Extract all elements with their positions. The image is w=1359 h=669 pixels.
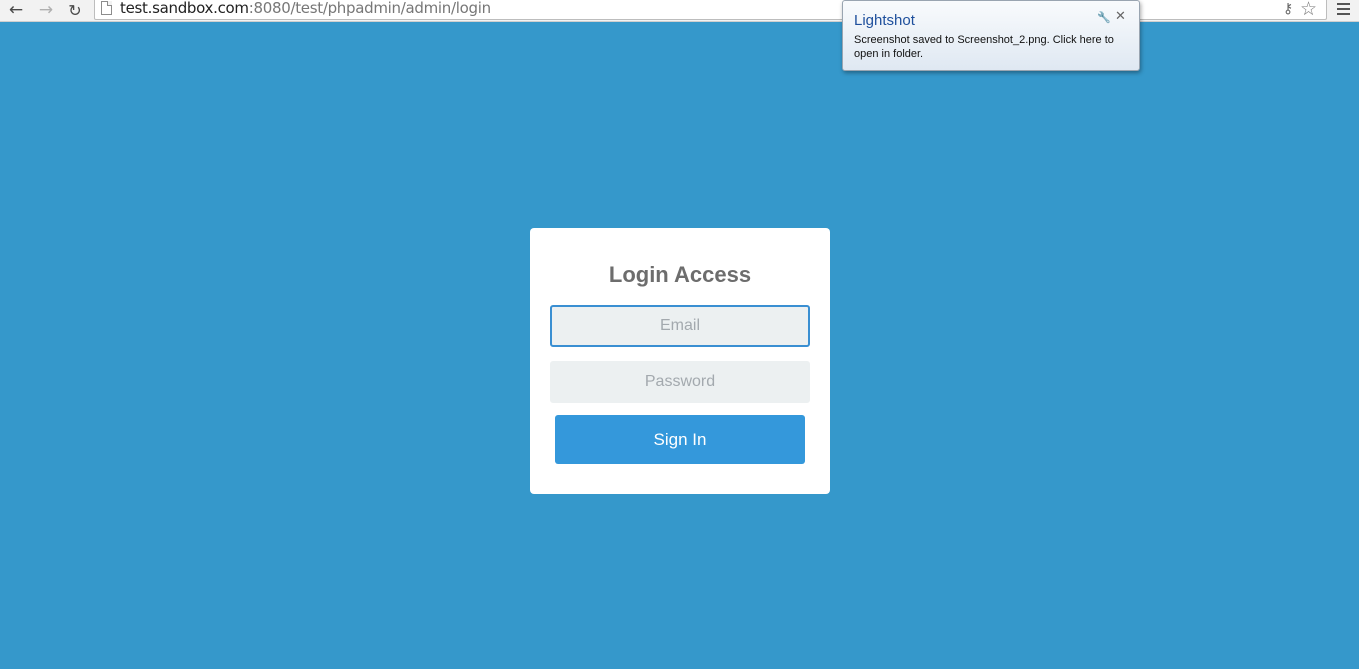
login-card: Login Access Sign In [530,228,830,494]
email-input[interactable] [550,305,810,347]
menu-icon[interactable] [1337,3,1350,15]
login-title: Login Access [608,262,752,287]
forward-arrow-icon[interactable]: → [35,0,57,20]
url-host: test.sandbox.com [120,0,249,17]
url-path: :8080/test/phpadmin/admin/login [248,0,491,17]
close-icon[interactable]: ✕ [1115,9,1126,24]
lightshot-notification[interactable]: Lightshot 🔧 ✕ Screenshot saved to Screen… [842,0,1140,71]
password-input[interactable] [550,361,810,403]
browser-toolbar: ← → ↻ test.sandbox.com:8080/test/phpadmi… [0,0,1359,22]
sign-in-button[interactable]: Sign In [555,415,805,464]
notification-title: Lightshot [854,12,915,29]
key-icon[interactable]: ⚷ [1283,1,1293,17]
star-icon[interactable]: ☆ [1300,0,1317,20]
url-text[interactable]: test.sandbox.com:8080/test/phpadmin/admi… [120,0,491,17]
page-icon [101,1,112,15]
reload-icon[interactable]: ↻ [64,0,86,20]
address-bar[interactable]: test.sandbox.com:8080/test/phpadmin/admi… [94,0,1327,20]
wrench-icon[interactable]: 🔧 [1097,11,1111,24]
notification-message[interactable]: Screenshot saved to Screenshot_2.png. Cl… [854,33,1134,61]
back-arrow-icon[interactable]: ← [5,0,27,20]
